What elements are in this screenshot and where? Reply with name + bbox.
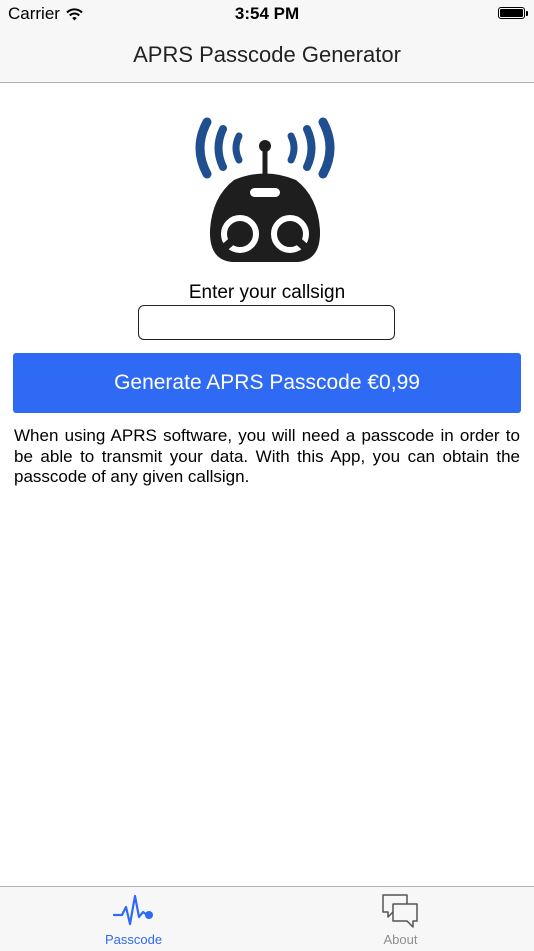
tab-passcode-label: Passcode bbox=[104, 932, 163, 947]
tab-passcode[interactable]: Passcode bbox=[0, 887, 267, 951]
battery-icon bbox=[498, 7, 528, 19]
generate-passcode-button[interactable]: Generate APRS Passcode €0,99 bbox=[13, 353, 521, 413]
status-bar: Carrier 3:54 PM bbox=[0, 0, 534, 28]
navigation-bar: APRS Passcode Generator bbox=[0, 28, 534, 83]
chat-bubbles-icon bbox=[381, 894, 418, 928]
aprs-radio-logo bbox=[195, 117, 335, 262]
tab-about[interactable]: About bbox=[267, 887, 534, 951]
page-title: APRS Passcode Generator bbox=[133, 42, 401, 67]
description-text: When using APRS software, you will need … bbox=[14, 426, 520, 486]
heartbeat-icon bbox=[112, 894, 153, 926]
callsign-input[interactable] bbox=[138, 305, 395, 340]
clock: 3:54 PM bbox=[234, 4, 300, 23]
tab-bar: Passcode About bbox=[0, 886, 534, 951]
callsign-prompt: Enter your callsign bbox=[188, 282, 346, 303]
tab-about-label: About bbox=[383, 932, 418, 947]
